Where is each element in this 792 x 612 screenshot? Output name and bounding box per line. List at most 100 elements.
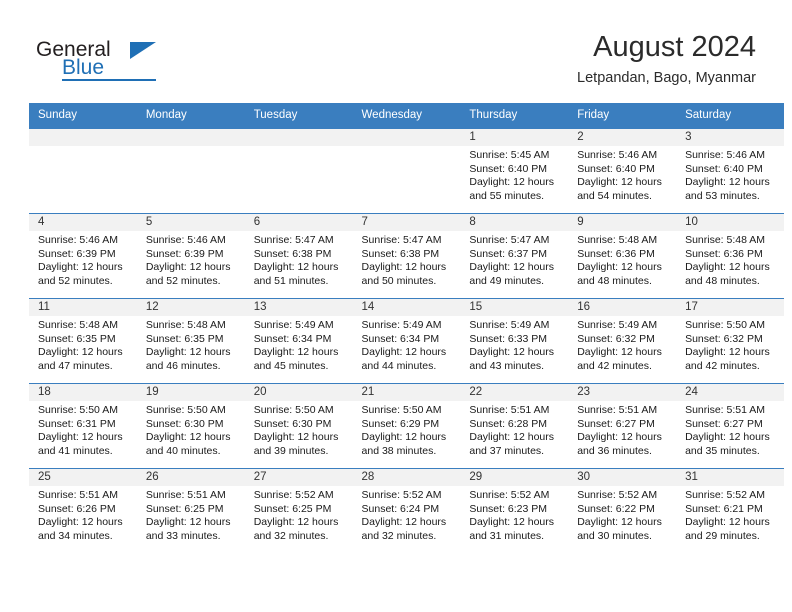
sunset-text: Sunset: 6:27 PM xyxy=(685,417,763,430)
day-details: Sunrise: 5:46 AM Sunset: 6:40 PM Daylight:… xyxy=(568,146,676,203)
general-blue-logo[interactable]: General Blue xyxy=(36,38,166,86)
sunset-text: Sunset: 6:27 PM xyxy=(577,417,655,430)
day-details: Sunrise: 5:52 AM Sunset: 6:21 PM Daylight:… xyxy=(676,486,784,543)
daylight-text-line2: and 40 minutes. xyxy=(145,444,221,457)
calendar-day-cell[interactable]: 7 Sunrise: 5:47 AM Sunset: 6:38 PM Daylight… xyxy=(352,213,461,299)
calendar-day-cell[interactable]: 12 Sunrise: 5:48 AM Sunset: 6:35 PM Dayligh… xyxy=(136,298,245,384)
daylight-text-line1: Daylight: 12 hours xyxy=(145,346,231,359)
sunset-text: Sunset: 6:23 PM xyxy=(469,502,548,515)
day-details: Sunrise: 5:51 AM Sunset: 6:25 PM Daylight:… xyxy=(137,486,245,543)
sunrise-text: Sunrise: 5:47 AM xyxy=(361,234,442,246)
day-number: 11 xyxy=(29,299,137,316)
sunrise-text: Sunrise: 5:52 AM xyxy=(685,489,766,501)
daylight-text-line1: Daylight: 12 hours xyxy=(145,516,231,529)
sunrise-text: Sunrise: 5:51 AM xyxy=(469,404,550,416)
daylight-text-line1: Daylight: 12 hours xyxy=(38,431,123,444)
day-number: 3 xyxy=(676,129,784,146)
sunrise-text: Sunrise: 5:52 AM xyxy=(361,489,442,501)
calendar-day-cell[interactable]: 29 Sunrise: 5:52 AM Sunset: 6:23 PM Dayligh… xyxy=(460,468,569,553)
calendar-day-cell[interactable]: 11 Sunrise: 5:48 AM Sunset: 6:35 PM Dayligh… xyxy=(29,298,137,384)
daylight-text-line1: Daylight: 12 hours xyxy=(685,176,770,189)
calendar-day-cell[interactable]: 17 Sunrise: 5:50 AM Sunset: 6:32 PM Dayligh… xyxy=(676,298,784,384)
calendar-day-cell[interactable]: 18 Sunrise: 5:50 AM Sunset: 6:31 PM Dayligh… xyxy=(29,383,137,469)
weekday-row: Sunday Monday Tuesday Wednesday Thursday… xyxy=(29,103,784,129)
daylight-text-line1: Daylight: 12 hours xyxy=(253,346,339,359)
sunrise-text: Sunrise: 5:52 AM xyxy=(469,489,550,501)
day-number: 24 xyxy=(676,384,784,401)
day-number: 17 xyxy=(676,299,784,316)
daylight-text-line1: Daylight: 12 hours xyxy=(253,516,339,529)
daylight-text-line2: and 35 minutes. xyxy=(685,444,760,457)
daylight-text-line1: Daylight: 12 hours xyxy=(577,431,662,444)
title-block: August 2024 Letpandan, Bago, Myanmar xyxy=(577,30,756,88)
calendar-day-cell[interactable]: 5 Sunrise: 5:46 AM Sunset: 6:39 PM Daylight… xyxy=(136,213,245,299)
day-details: Sunrise: 5:49 AM Sunset: 6:32 PM Daylight:… xyxy=(568,316,676,373)
day-number: 25 xyxy=(29,469,137,486)
daylight-text-line1: Daylight: 12 hours xyxy=(469,516,555,529)
day-number: 2 xyxy=(568,129,677,146)
calendar-day-cell[interactable]: 31 Sunrise: 5:52 AM Sunset: 6:21 PM Dayligh… xyxy=(676,468,784,553)
weekday-wednesday: Wednesday xyxy=(352,103,461,129)
day-number: 30 xyxy=(568,469,677,486)
daylight-text-line2: and 37 minutes. xyxy=(469,444,545,457)
weekday-friday: Friday xyxy=(568,103,677,129)
sunset-text: Sunset: 6:35 PM xyxy=(145,332,224,345)
calendar-day-cell[interactable]: 3 Sunrise: 5:46 AM Sunset: 6:40 PM Daylight… xyxy=(676,128,784,214)
calendar-day-cell[interactable]: 1 Sunrise: 5:45 AM Sunset: 6:40 PM Daylight… xyxy=(460,128,569,214)
calendar-day-cell[interactable]: 15 Sunrise: 5:49 AM Sunset: 6:33 PM Dayligh… xyxy=(460,298,569,384)
sunset-text: Sunset: 6:28 PM xyxy=(469,417,548,430)
day-number: 1 xyxy=(460,129,569,146)
calendar-day-cell[interactable]: 27 Sunrise: 5:52 AM Sunset: 6:25 PM Dayligh… xyxy=(244,468,353,553)
day-details: Sunrise: 5:47 AM Sunset: 6:37 PM Daylight:… xyxy=(460,231,568,288)
calendar-page: General Blue August 2024 Letpandan, Bago… xyxy=(0,0,792,612)
calendar-day-cell[interactable]: 30 Sunrise: 5:52 AM Sunset: 6:22 PM Dayligh… xyxy=(568,468,677,553)
daylight-text-line2: and 54 minutes. xyxy=(577,189,652,202)
calendar-day-cell[interactable]: 28 Sunrise: 5:52 AM Sunset: 6:24 PM Dayligh… xyxy=(352,468,461,553)
calendar-day-cell[interactable]: 22 Sunrise: 5:51 AM Sunset: 6:28 PM Dayligh… xyxy=(460,383,569,469)
sunrise-text: Sunrise: 5:52 AM xyxy=(577,489,658,501)
day-number: 19 xyxy=(136,384,245,401)
weekday-saturday: Saturday xyxy=(676,103,784,129)
day-number: 8 xyxy=(460,214,569,231)
day-number: 22 xyxy=(460,384,569,401)
daylight-text-line2: and 32 minutes. xyxy=(253,529,329,542)
calendar-day-cell[interactable]: 19 Sunrise: 5:50 AM Sunset: 6:30 PM Dayligh… xyxy=(136,383,245,469)
daylight-text-line2: and 46 minutes. xyxy=(145,359,221,372)
calendar-day-cell[interactable]: 14 Sunrise: 5:49 AM Sunset: 6:34 PM Dayligh… xyxy=(352,298,461,384)
calendar-day-cell[interactable]: 24 Sunrise: 5:51 AM Sunset: 6:27 PM Dayligh… xyxy=(676,383,784,469)
daylight-text-line1: Daylight: 12 hours xyxy=(577,176,662,189)
day-number xyxy=(136,129,245,146)
daylight-text-line2: and 38 minutes. xyxy=(361,444,437,457)
daylight-text-line1: Daylight: 12 hours xyxy=(469,346,555,359)
day-number xyxy=(244,129,353,146)
day-details: Sunrise: 5:48 AM Sunset: 6:36 PM Daylight:… xyxy=(568,231,676,288)
calendar-day-cell[interactable]: 21 Sunrise: 5:50 AM Sunset: 6:29 PM Dayligh… xyxy=(352,383,461,469)
day-number: 27 xyxy=(244,469,353,486)
sunrise-text: Sunrise: 5:48 AM xyxy=(38,319,118,331)
daylight-text-line2: and 44 minutes. xyxy=(361,359,437,372)
sunset-text: Sunset: 6:34 PM xyxy=(253,332,332,345)
calendar-day-cell[interactable]: 25 Sunrise: 5:51 AM Sunset: 6:26 PM Dayligh… xyxy=(29,468,137,553)
calendar-day-cell[interactable]: 26 Sunrise: 5:51 AM Sunset: 6:25 PM Dayligh… xyxy=(136,468,245,553)
daylight-text-line1: Daylight: 12 hours xyxy=(253,431,339,444)
calendar-day-cell[interactable]: 13 Sunrise: 5:49 AM Sunset: 6:34 PM Dayligh… xyxy=(244,298,353,384)
sunset-text: Sunset: 6:37 PM xyxy=(469,247,548,260)
day-number: 14 xyxy=(352,299,461,316)
calendar-day-cell[interactable]: 16 Sunrise: 5:49 AM Sunset: 6:32 PM Dayligh… xyxy=(568,298,677,384)
day-details: Sunrise: 5:49 AM Sunset: 6:33 PM Daylight:… xyxy=(460,316,568,373)
sunrise-text: Sunrise: 5:49 AM xyxy=(577,319,658,331)
daylight-text-line1: Daylight: 12 hours xyxy=(469,176,555,189)
calendar-day-cell[interactable]: 23 Sunrise: 5:51 AM Sunset: 6:27 PM Dayligh… xyxy=(568,383,677,469)
calendar-day-cell[interactable]: 9 Sunrise: 5:48 AM Sunset: 6:36 PM Daylight… xyxy=(568,213,677,299)
sunrise-text: Sunrise: 5:48 AM xyxy=(145,319,226,331)
calendar-day-cell[interactable]: 10 Sunrise: 5:48 AM Sunset: 6:36 PM Dayligh… xyxy=(676,213,784,299)
calendar-day-cell[interactable]: 2 Sunrise: 5:46 AM Sunset: 6:40 PM Daylight… xyxy=(568,128,677,214)
calendar-day-cell[interactable]: 8 Sunrise: 5:47 AM Sunset: 6:37 PM Daylight… xyxy=(460,213,569,299)
sunrise-text: Sunrise: 5:50 AM xyxy=(145,404,226,416)
sunrise-text: Sunrise: 5:50 AM xyxy=(685,319,766,331)
sunset-text: Sunset: 6:30 PM xyxy=(253,417,332,430)
calendar-day-cell[interactable]: 4 Sunrise: 5:46 AM Sunset: 6:39 PM Daylight… xyxy=(29,213,137,299)
calendar-day-cell[interactable]: 20 Sunrise: 5:50 AM Sunset: 6:30 PM Dayligh… xyxy=(244,383,353,469)
day-number: 29 xyxy=(460,469,569,486)
calendar-day-cell[interactable]: 6 Sunrise: 5:47 AM Sunset: 6:38 PM Daylight… xyxy=(244,213,353,299)
